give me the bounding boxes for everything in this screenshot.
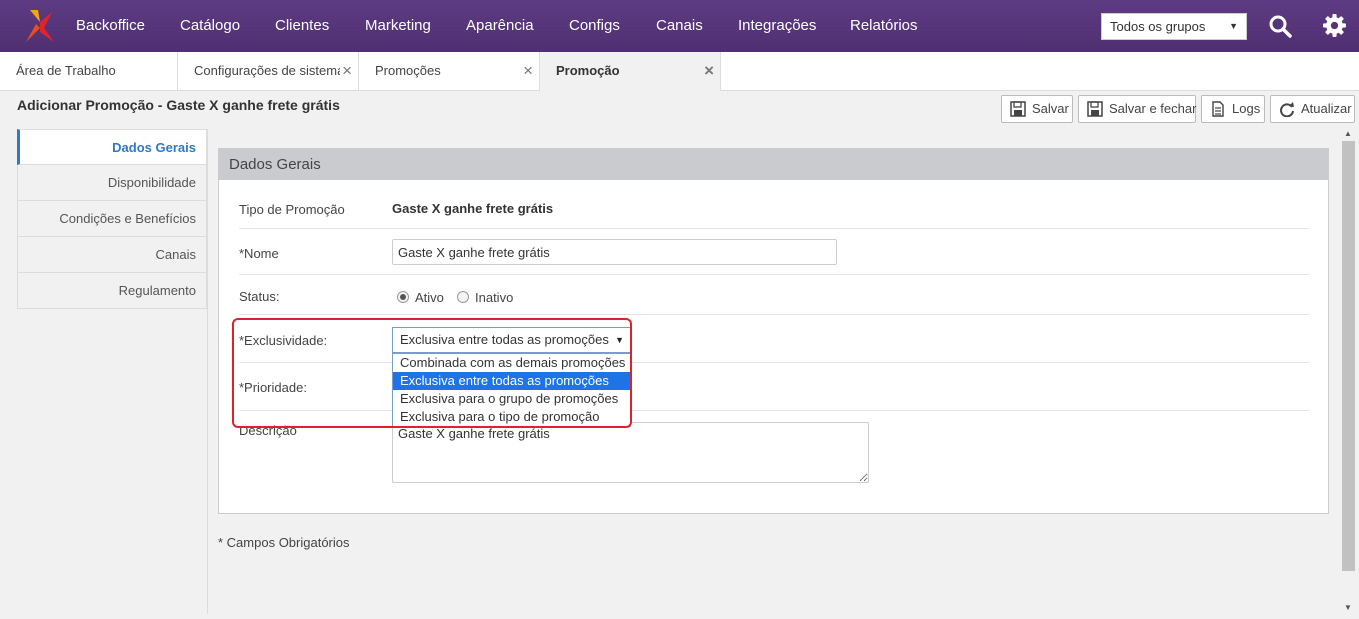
radio-unchecked-icon bbox=[457, 291, 469, 303]
exclusividade-label: *Exclusividade: bbox=[239, 333, 328, 348]
nav-canais[interactable]: Canais bbox=[656, 0, 703, 52]
save-close-button[interactable]: Salvar e fechar bbox=[1078, 95, 1196, 123]
refresh-icon bbox=[1280, 102, 1294, 117]
tab-bar: Área de Trabalho Configurações de sistem… bbox=[0, 52, 1359, 91]
tab-label: Configurações de sistema bbox=[194, 63, 345, 78]
nav-clientes[interactable]: Clientes bbox=[275, 0, 329, 52]
form-row-tipo: Tipo de Promoção Gaste X ganhe frete grá… bbox=[239, 180, 1309, 229]
nav-integracoes[interactable]: Integrações bbox=[738, 0, 816, 52]
exclusividade-option[interactable]: Exclusiva para o grupo de promoções bbox=[393, 390, 630, 408]
required-fields-note: * Campos Obrigatórios bbox=[218, 535, 350, 550]
nome-input[interactable] bbox=[392, 239, 837, 265]
scroll-up-icon[interactable]: ▲ bbox=[1344, 129, 1352, 138]
descricao-textarea[interactable]: Gaste X ganhe frete grátis bbox=[392, 422, 869, 483]
panel-title: Dados Gerais bbox=[219, 149, 1328, 180]
vertical-scrollbar[interactable]: ▲ ▼ bbox=[1341, 129, 1356, 614]
tab-promocoes[interactable]: Promoções × bbox=[359, 52, 540, 90]
exclusividade-select[interactable]: Exclusiva entre todas as promoções ▼ bbox=[392, 327, 631, 353]
chevron-down-icon: ▼ bbox=[615, 335, 624, 345]
side-menu: Dados Gerais Disponibilidade Condições e… bbox=[17, 129, 207, 309]
sidemenu-item-disponibilidade[interactable]: Disponibilidade bbox=[17, 165, 207, 201]
top-navigation: Backoffice Catálogo Clientes Marketing A… bbox=[0, 0, 1359, 52]
status-ativo-label: Ativo bbox=[415, 290, 444, 305]
nav-marketing[interactable]: Marketing bbox=[365, 0, 431, 52]
save-icon bbox=[1010, 101, 1026, 117]
nav-configs[interactable]: Configs bbox=[569, 0, 620, 52]
nav-catalogo[interactable]: Catálogo bbox=[180, 0, 240, 52]
sidemenu-item-condicoes-e-beneficios[interactable]: Condições e Benefícios bbox=[17, 201, 207, 237]
logo-icon[interactable] bbox=[26, 10, 54, 42]
nome-label: *Nome bbox=[239, 246, 279, 261]
sidemenu-item-dados-gerais[interactable]: Dados Gerais bbox=[17, 129, 207, 165]
save-button[interactable]: Salvar bbox=[1001, 95, 1073, 123]
tipo-label: Tipo de Promoção bbox=[239, 202, 345, 217]
exclusividade-option[interactable]: Combinada com as demais promoções bbox=[393, 354, 630, 372]
tab-label: Área de Trabalho bbox=[16, 63, 116, 78]
page-title: Adicionar Promoção - Gaste X ganhe frete… bbox=[17, 97, 340, 113]
gear-icon[interactable] bbox=[1322, 13, 1347, 38]
chevron-down-icon: ▼ bbox=[1229, 21, 1238, 31]
logs-button-label: Logs bbox=[1232, 101, 1261, 116]
save-icon bbox=[1087, 101, 1103, 117]
tab-configuracoes-de-sistema[interactable]: Configurações de sistema × bbox=[178, 52, 359, 90]
nav-aparencia[interactable]: Aparência bbox=[466, 0, 534, 52]
group-select-value: Todos os grupos bbox=[1110, 19, 1206, 34]
sidemenu-item-canais[interactable]: Canais bbox=[17, 237, 207, 273]
close-icon[interactable]: × bbox=[702, 52, 714, 90]
exclusividade-dropdown: Combinada com as demais promoções Exclus… bbox=[392, 353, 631, 427]
nav-relatorios[interactable]: Relatórios bbox=[850, 0, 918, 52]
side-divider bbox=[207, 129, 208, 614]
scroll-down-icon[interactable]: ▼ bbox=[1344, 603, 1352, 612]
scrollbar-thumb[interactable] bbox=[1342, 141, 1355, 571]
search-icon[interactable] bbox=[1268, 14, 1292, 38]
exclusividade-select-value: Exclusiva entre todas as promoções bbox=[400, 332, 609, 347]
status-ativo-radio[interactable]: Ativo bbox=[397, 290, 444, 305]
logs-button[interactable]: Logs bbox=[1201, 95, 1265, 123]
save-button-label: Salvar bbox=[1032, 101, 1069, 116]
exclusividade-option[interactable]: Exclusiva para o tipo de promoção bbox=[393, 408, 630, 426]
radio-checked-icon bbox=[397, 291, 409, 303]
tab-label: Promoção bbox=[556, 63, 620, 78]
tab-area-de-trabalho[interactable]: Área de Trabalho bbox=[0, 52, 178, 90]
group-select[interactable]: Todos os grupos ▼ bbox=[1101, 13, 1247, 40]
refresh-button-label: Atualizar bbox=[1301, 101, 1352, 116]
close-icon[interactable]: × bbox=[340, 52, 352, 90]
tipo-value: Gaste X ganhe frete grátis bbox=[392, 201, 554, 216]
close-icon[interactable]: × bbox=[521, 52, 533, 90]
status-label: Status: bbox=[239, 289, 280, 304]
sidemenu-item-regulamento[interactable]: Regulamento bbox=[17, 273, 207, 309]
status-inativo-label: Inativo bbox=[475, 290, 514, 305]
descricao-label: Descrição bbox=[239, 423, 297, 438]
dados-gerais-panel: Dados Gerais Tipo de Promoção Gaste X ga… bbox=[218, 148, 1329, 514]
status-inativo-radio[interactable]: Inativo bbox=[457, 290, 513, 305]
nav-backoffice[interactable]: Backoffice bbox=[76, 0, 145, 52]
prioridade-label: *Prioridade: bbox=[239, 380, 307, 395]
logs-icon bbox=[1212, 101, 1224, 117]
tab-promocao[interactable]: Promoção × bbox=[540, 52, 721, 91]
exclusividade-option-selected[interactable]: Exclusiva entre todas as promoções bbox=[393, 372, 630, 390]
refresh-button[interactable]: Atualizar bbox=[1270, 95, 1355, 123]
save-close-button-label: Salvar e fechar bbox=[1109, 101, 1197, 116]
tab-label: Promoções bbox=[375, 63, 441, 78]
